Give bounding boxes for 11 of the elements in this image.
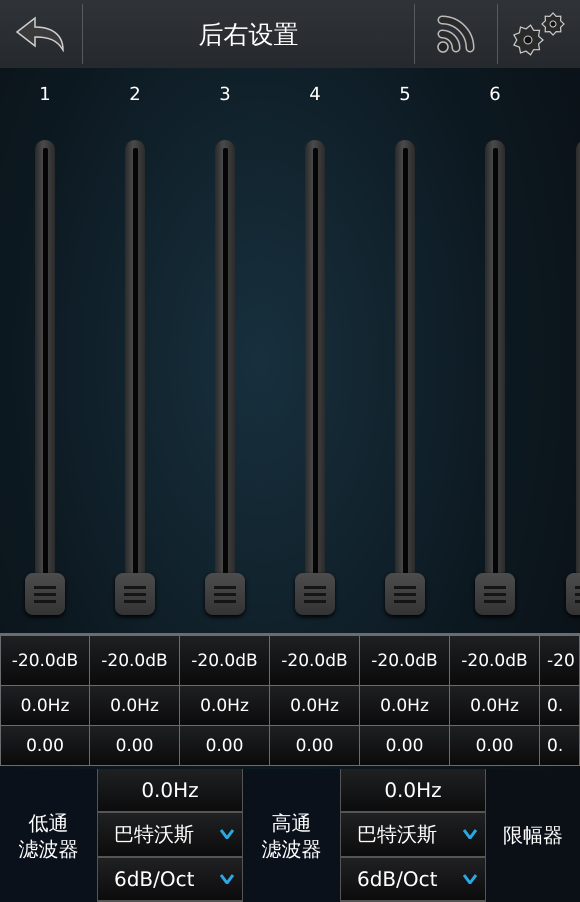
filter-label: 低通 <box>28 810 68 834</box>
filter-label: 滤波器 <box>262 836 322 860</box>
channel-number: 1 <box>39 82 51 106</box>
page-title: 后右设置 <box>198 18 298 50</box>
channel-number: 5 <box>399 82 411 106</box>
channel-number: 3 <box>219 82 231 106</box>
channel-number: 4 <box>309 82 321 106</box>
filter-label: 高通 <box>272 810 312 834</box>
channel-number: 6 <box>489 82 501 106</box>
filter-label: 滤波器 <box>18 836 78 860</box>
channel-number: 2 <box>129 82 141 106</box>
